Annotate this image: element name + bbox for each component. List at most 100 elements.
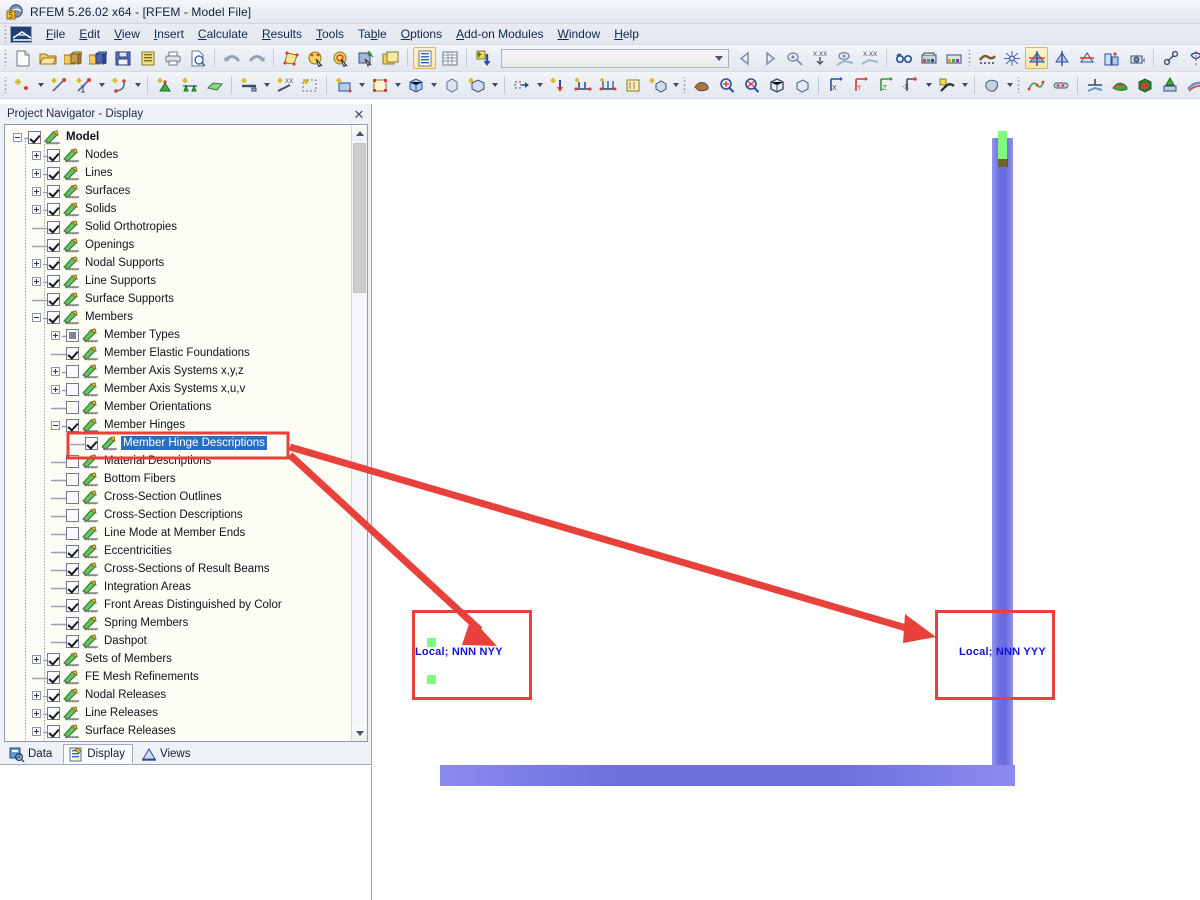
menu-drag-grip[interactable] xyxy=(2,26,9,42)
undo-icon[interactable] xyxy=(220,47,243,69)
model-graphics-view[interactable]: Local; NNN NYY Local; NNN YYY xyxy=(373,104,1200,900)
pencil-ruler-icon[interactable] xyxy=(82,345,99,361)
tree-item-checkbox[interactable] xyxy=(66,616,79,630)
view-negx-icon[interactable]: -X xyxy=(899,74,922,96)
tree-item-cross-section-descriptions[interactable]: Cross-Section Descriptions xyxy=(5,506,351,524)
prev-result-icon[interactable] xyxy=(733,47,756,69)
pencil-ruler-icon[interactable] xyxy=(101,435,118,451)
collapse-icon[interactable] xyxy=(32,312,41,322)
pencil-ruler-icon[interactable] xyxy=(63,183,80,199)
display-tree[interactable]: Model Nodes Lines Surfaces Solids Solid Ortho… xyxy=(5,125,351,741)
tree-item-checkbox[interactable] xyxy=(66,634,79,648)
new-line-icon[interactable] xyxy=(47,74,70,96)
tree-item-checkbox[interactable] xyxy=(66,508,79,522)
up-arrow-result-icon[interactable] xyxy=(1158,74,1181,96)
open-file-icon[interactable] xyxy=(36,47,59,69)
zoom-out-icon[interactable] xyxy=(740,74,763,96)
new-opening-dropdown[interactable] xyxy=(534,74,545,96)
collapse-icon[interactable] xyxy=(13,132,22,142)
select-by-mouse-icon[interactable] xyxy=(304,47,327,69)
tree-item-front-areas-distinguished-by-color[interactable]: Front Areas Distinguished by Color xyxy=(5,596,351,614)
new-member-load-icon[interactable] xyxy=(596,74,619,96)
new-file-icon[interactable] xyxy=(11,47,34,69)
tree-item-lines[interactable]: Lines xyxy=(5,164,351,182)
clipboard-icon[interactable] xyxy=(136,47,159,69)
tab-views[interactable]: Views xyxy=(136,744,198,764)
new-member-select-icon[interactable] xyxy=(298,74,321,96)
edit-model-icon[interactable] xyxy=(279,47,302,69)
new-line-load-icon[interactable] xyxy=(621,74,644,96)
deformation-icon[interactable] xyxy=(1024,74,1047,96)
tree-item-checkbox[interactable] xyxy=(66,454,79,468)
view-axis-dropdown[interactable] xyxy=(923,74,934,96)
tab-data[interactable]: Data xyxy=(4,744,60,764)
tree-item-surfaces[interactable]: Surfaces xyxy=(5,182,351,200)
print-preview-icon[interactable] xyxy=(186,47,209,69)
camera-icon[interactable] xyxy=(1125,47,1148,69)
pencil-ruler-icon[interactable] xyxy=(63,291,80,307)
tree-item-checkbox[interactable] xyxy=(66,598,79,612)
render-mode-icon[interactable] xyxy=(935,74,958,96)
tree-item-checkbox[interactable] xyxy=(66,346,79,360)
pencil-ruler-icon[interactable] xyxy=(82,417,99,433)
tree-item-checkbox[interactable] xyxy=(47,652,60,666)
pencil-ruler-icon[interactable] xyxy=(82,543,99,559)
new-nodal-load-icon[interactable] xyxy=(571,74,594,96)
tree-item-member-hinge-descriptions[interactable]: Member Hinge Descriptions xyxy=(5,434,351,452)
result-diagram-xxx-icon[interactable]: X.XX xyxy=(858,47,881,69)
scrollbar-track[interactable] xyxy=(352,141,367,725)
render-colors-icon[interactable] xyxy=(917,47,940,69)
new-frame-dropdown[interactable] xyxy=(392,74,403,96)
expand-icon[interactable] xyxy=(32,690,41,700)
toolbar-grip-4[interactable] xyxy=(681,77,688,93)
chevron-up-icon[interactable] xyxy=(352,125,367,141)
new-load-icon[interactable] xyxy=(546,74,569,96)
scrollbar-thumb[interactable] xyxy=(353,143,366,293)
pencil-ruler-icon[interactable] xyxy=(82,381,99,397)
tree-item-checkbox[interactable] xyxy=(66,328,79,342)
pencil-ruler-icon[interactable] xyxy=(63,201,80,217)
pencil-ruler-icon[interactable] xyxy=(82,597,99,613)
select-add-icon[interactable] xyxy=(354,47,377,69)
insert-object-icon[interactable] xyxy=(472,47,495,69)
tree-item-line-supports[interactable]: Line Supports xyxy=(5,272,351,290)
tree-item-dashpot[interactable]: Dashpot xyxy=(5,632,351,650)
tree-item-model[interactable]: Model xyxy=(5,128,351,146)
new-area-dropdown[interactable] xyxy=(356,74,367,96)
tree-item-checkbox[interactable] xyxy=(66,472,79,486)
tree-item-checkbox[interactable] xyxy=(47,148,60,162)
menu-file[interactable]: File xyxy=(39,25,72,43)
tree-item-checkbox[interactable] xyxy=(47,220,60,234)
tree-item-checkbox[interactable] xyxy=(47,202,60,216)
table-grid-icon[interactable] xyxy=(438,47,461,69)
zoom-box-icon[interactable] xyxy=(765,74,788,96)
isometric-icon[interactable] xyxy=(980,74,1003,96)
tree-item-solids[interactable]: Solids xyxy=(5,200,351,218)
pencil-ruler-icon[interactable] xyxy=(63,723,80,739)
surface-result-icon[interactable] xyxy=(1108,74,1131,96)
result-bar-icon[interactable] xyxy=(1049,74,1072,96)
new-member-icon[interactable] xyxy=(237,74,260,96)
pan-icon[interactable] xyxy=(690,74,713,96)
table-list-icon[interactable] xyxy=(413,47,436,69)
tree-item-checkbox[interactable] xyxy=(47,688,60,702)
tree-item-sets-of-members[interactable]: Sets of Members xyxy=(5,650,351,668)
save-package-icon[interactable] xyxy=(86,47,109,69)
expand-icon[interactable] xyxy=(32,654,41,664)
tree-item-checkbox[interactable] xyxy=(66,364,79,378)
open-package-icon[interactable] xyxy=(61,47,84,69)
pencil-ruler-icon[interactable] xyxy=(63,651,80,667)
tree-item-checkbox[interactable] xyxy=(47,238,60,252)
tree-item-spring-members[interactable]: Spring Members xyxy=(5,614,351,632)
pencil-ruler-icon[interactable] xyxy=(82,507,99,523)
pencil-ruler-icon[interactable] xyxy=(44,129,61,145)
collapse-icon[interactable] xyxy=(51,420,60,430)
new-frame-icon[interactable] xyxy=(368,74,391,96)
object-selector-combo[interactable] xyxy=(501,48,729,68)
expand-icon[interactable] xyxy=(32,204,41,214)
new-free-load-dropdown[interactable] xyxy=(670,74,681,96)
new-line-dim-icon[interactable] xyxy=(72,74,95,96)
tree-item-checkbox[interactable] xyxy=(85,436,98,450)
tree-item-eccentricities[interactable]: Eccentricities xyxy=(5,542,351,560)
tree-scrollbar[interactable] xyxy=(351,125,367,741)
